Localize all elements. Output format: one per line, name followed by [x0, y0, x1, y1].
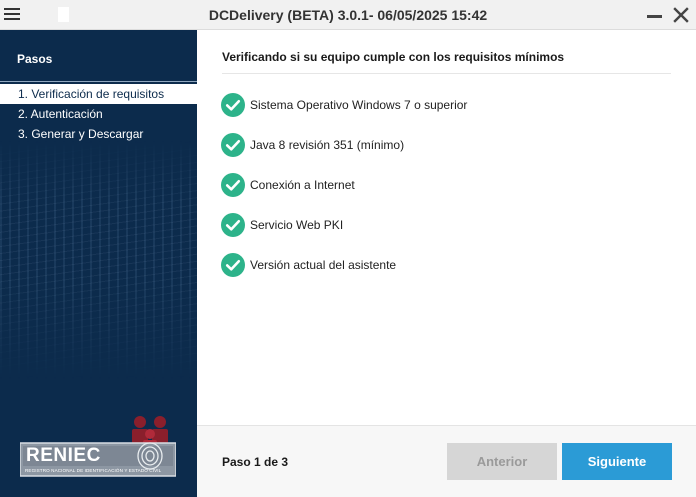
window-title: DCDelivery (BETA) 3.0.1- 06/05/2025 15:4…: [208, 7, 488, 23]
reniec-logo-text: RENIEC: [26, 445, 101, 466]
check-circle-icon: [221, 213, 245, 237]
requirement-label: Sistema Operativo Windows 7 o superior: [250, 98, 468, 112]
requirement-label: Conexión a Internet: [250, 178, 355, 192]
reniec-logo: RENIEC REGISTRO NACIONAL DE IDENTIFICACI…: [20, 415, 176, 479]
previous-button[interactable]: Anterior: [447, 443, 557, 480]
step-generar-descargar[interactable]: 3. Generar y Descargar: [0, 124, 197, 144]
requirement-label: Servicio Web PKI: [250, 218, 344, 232]
step-autenticacion[interactable]: 2. Autenticación: [0, 104, 197, 124]
check-circle-icon: [221, 253, 245, 277]
title-divider: [222, 73, 671, 74]
step-counter: Paso 1 de 3: [222, 455, 289, 469]
check-circle-icon: [221, 133, 245, 157]
step-verificacion[interactable]: 1. Verificación de requisitos: [0, 84, 197, 104]
check-circle-icon: [221, 173, 245, 197]
close-icon[interactable]: [670, 4, 692, 26]
next-button[interactable]: Siguiente: [562, 443, 672, 480]
sidebar-background-pattern: [0, 140, 197, 380]
minimize-icon[interactable]: [644, 4, 666, 26]
steps-heading: Pasos: [17, 52, 53, 66]
requirement-label: Versión actual del asistente: [250, 258, 397, 272]
wizard-footer: Paso 1 de 3 Anterior Siguiente: [197, 425, 696, 497]
steps-divider: [0, 81, 197, 82]
title-bar: DCDelivery (BETA) 3.0.1- 06/05/2025 15:4…: [0, 0, 696, 30]
requirement-label: Java 8 revisión 351 (mínimo): [250, 138, 405, 152]
page-title: Verificando si su equipo cumple con los …: [222, 50, 565, 64]
check-circle-icon: [221, 93, 245, 117]
main-content: Verificando si su equipo cumple con los …: [197, 30, 696, 425]
steps-sidebar: Pasos 1. Verificación de requisitos 2. A…: [0, 30, 197, 497]
reniec-logo-subtitle: REGISTRO NACIONAL DE IDENTIFICACIÓN Y ES…: [25, 468, 162, 473]
